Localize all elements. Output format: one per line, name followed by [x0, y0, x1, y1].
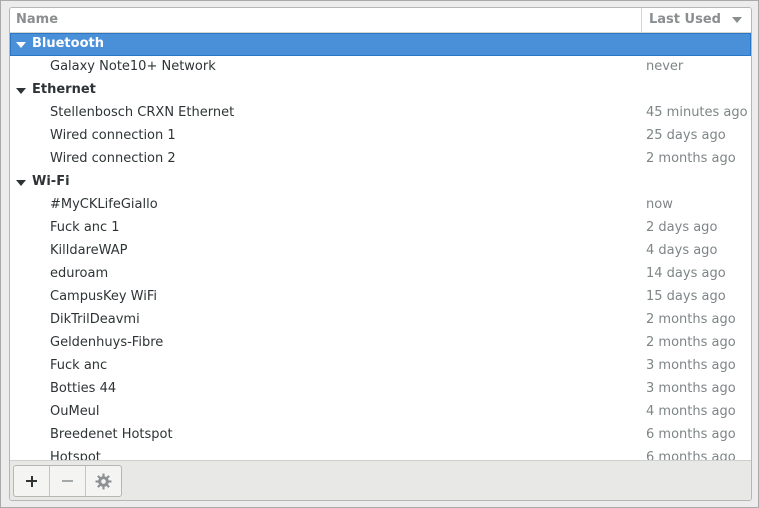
group-row-bluetooth[interactable]: Bluetooth: [10, 33, 751, 56]
connection-name: Wired connection 2: [50, 151, 176, 166]
add-connection-button[interactable]: [14, 466, 49, 496]
connection-row[interactable]: Breedenet Hotspot 6 months ago: [10, 424, 751, 447]
group-label: Wi-Fi: [32, 174, 70, 189]
connection-row[interactable]: Fuck anc 3 months ago: [10, 355, 751, 378]
connection-row[interactable]: Botties 44 3 months ago: [10, 378, 751, 401]
connection-last-used: 2 months ago: [646, 335, 736, 350]
connection-last-used: 6 months ago: [646, 450, 736, 460]
connection-last-used: now: [646, 197, 673, 212]
connection-name: KilldareWAP: [50, 243, 128, 258]
connection-name: eduroam: [50, 266, 109, 281]
connection-last-used: 2 days ago: [646, 220, 718, 235]
connection-last-used: 3 months ago: [646, 381, 736, 396]
connection-last-used: never: [646, 59, 684, 74]
connection-name: Stellenbosch CRXN Ethernet: [50, 105, 235, 120]
remove-connection-button[interactable]: [49, 466, 85, 496]
connections-panel: Name Last Used Bluetooth Galaxy Note10+ N…: [9, 7, 752, 501]
connection-name: OuMeul: [50, 404, 100, 419]
connection-row[interactable]: Wired connection 2 2 months ago: [10, 148, 751, 171]
connection-name: DikTrilDeavmi: [50, 312, 140, 327]
connection-list: Bluetooth Galaxy Note10+ Network never Ethe…: [10, 33, 751, 460]
connection-name: Wired connection 1: [50, 128, 176, 143]
column-header-last-used-label: Last Used: [649, 12, 721, 27]
connection-row[interactable]: #MyCKLifeGiallo now: [10, 194, 751, 217]
connection-last-used: 14 days ago: [646, 266, 726, 281]
connection-last-used: 2 months ago: [646, 151, 736, 166]
connection-row[interactable]: Wired connection 1 25 days ago: [10, 125, 751, 148]
column-header-name[interactable]: Name: [16, 12, 58, 27]
connection-row[interactable]: Galaxy Note10+ Network never: [10, 56, 751, 79]
connection-last-used: 3 months ago: [646, 358, 736, 373]
column-header: Name Last Used: [10, 8, 751, 33]
connection-settings-button[interactable]: [85, 466, 121, 496]
connection-row[interactable]: Geldenhuys-Fibre 2 months ago: [10, 332, 751, 355]
bottom-toolbar: [10, 460, 751, 500]
connection-last-used: 45 minutes ago: [646, 105, 748, 120]
expander-down-icon[interactable]: [16, 88, 26, 94]
connection-row[interactable]: CampusKey WiFi 15 days ago: [10, 286, 751, 309]
connections-window: Name Last Used Bluetooth Galaxy Note10+ N…: [0, 0, 759, 508]
connection-name: Geldenhuys-Fibre: [50, 335, 164, 350]
connection-name: CampusKey WiFi: [50, 289, 157, 304]
sort-descending-icon: [732, 17, 742, 23]
group-label: Bluetooth: [32, 36, 104, 51]
gear-icon: [95, 473, 112, 490]
connection-name: Galaxy Note10+ Network: [50, 59, 216, 74]
connection-row[interactable]: OuMeul 4 months ago: [10, 401, 751, 424]
connection-name: Hotspot: [50, 450, 101, 460]
connection-name: Breedenet Hotspot: [50, 427, 173, 442]
connection-name: Fuck anc 1: [50, 220, 120, 235]
connection-name: Botties 44: [50, 381, 117, 396]
connection-name: #MyCKLifeGiallo: [50, 197, 158, 212]
connection-last-used: 2 months ago: [646, 312, 736, 327]
connection-last-used: 25 days ago: [646, 128, 726, 143]
connection-row[interactable]: DikTrilDeavmi 2 months ago: [10, 309, 751, 332]
connection-last-used: 4 days ago: [646, 243, 718, 258]
expander-down-icon[interactable]: [16, 180, 26, 186]
group-label: Ethernet: [32, 82, 96, 97]
connection-row[interactable]: Hotspot 6 months ago: [10, 447, 751, 460]
connection-last-used: 15 days ago: [646, 289, 726, 304]
connection-last-used: 6 months ago: [646, 427, 736, 442]
column-header-last-used[interactable]: Last Used: [642, 8, 751, 32]
connection-name: Fuck anc: [50, 358, 108, 373]
connection-last-used: 4 months ago: [646, 404, 736, 419]
connection-row[interactable]: Stellenbosch CRXN Ethernet 45 minutes ago: [10, 102, 751, 125]
connection-row[interactable]: eduroam 14 days ago: [10, 263, 751, 286]
expander-down-icon[interactable]: [16, 42, 26, 48]
toolbar-button-group: [13, 465, 122, 497]
connection-row[interactable]: KilldareWAP 4 days ago: [10, 240, 751, 263]
group-row-ethernet[interactable]: Ethernet: [10, 79, 751, 102]
connection-row[interactable]: Fuck anc 1 2 days ago: [10, 217, 751, 240]
minus-icon: [62, 480, 73, 482]
group-row-wi-fi[interactable]: Wi-Fi: [10, 171, 751, 194]
